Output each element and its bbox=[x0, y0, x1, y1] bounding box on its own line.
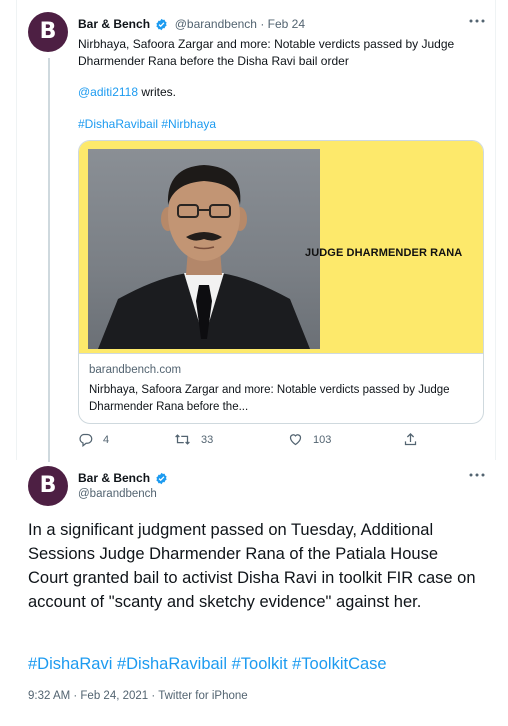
author-name[interactable]: Bar & Bench bbox=[78, 17, 150, 31]
reply-button[interactable]: 4 bbox=[78, 432, 109, 447]
judge-photo bbox=[88, 149, 320, 349]
avatar[interactable]: B bbox=[28, 466, 68, 506]
author-name[interactable]: Bar & Bench bbox=[78, 471, 150, 485]
like-icon bbox=[289, 434, 302, 446]
more-options-icon[interactable] bbox=[466, 468, 488, 482]
avatar-logo: B bbox=[39, 473, 57, 498]
tweet-text: In a significant judgment passed on Tues… bbox=[28, 521, 476, 611]
retweet-button[interactable]: 33 bbox=[174, 432, 213, 447]
author-handle[interactable]: @barandbench bbox=[78, 486, 157, 502]
share-button[interactable] bbox=[403, 432, 428, 447]
avatar[interactable]: B bbox=[28, 12, 68, 52]
avatar-logo: B bbox=[39, 19, 57, 44]
card-title: Nirbhaya, Safoora Zargar and more: Notab… bbox=[89, 384, 450, 413]
mention-link[interactable]: @aditi2118 bbox=[78, 85, 138, 99]
tweet-timestamp[interactable]: 9:32 AM · Feb 24, 2021 · Twitter for iPh… bbox=[28, 688, 248, 704]
tweet-mention-line: @aditi2118 writes. bbox=[78, 84, 176, 100]
hashtag-links[interactable]: #DishaRavi #DishaRavibail #Toolkit #Tool… bbox=[28, 652, 387, 676]
card-image: JUDGE DHARMENDER RANA bbox=[79, 141, 483, 353]
hashtag-links[interactable]: #DishaRavibail #Nirbhaya bbox=[78, 116, 216, 132]
reply-icon bbox=[79, 433, 93, 447]
thread-connector-line bbox=[48, 58, 50, 462]
verified-badge-icon bbox=[155, 18, 168, 35]
card-meta: barandbench.com Nirbhaya, Safoora Zargar… bbox=[79, 353, 483, 423]
separator-dot: · bbox=[260, 17, 265, 31]
author-handle[interactable]: @barandbench bbox=[175, 17, 257, 31]
verified-badge-icon bbox=[155, 472, 168, 489]
more-options-icon[interactable] bbox=[466, 14, 488, 28]
link-preview-card[interactable]: JUDGE DHARMENDER RANA barandbench.com Ni… bbox=[78, 140, 484, 424]
like-count: 103 bbox=[313, 433, 332, 446]
like-button[interactable]: 103 bbox=[288, 432, 331, 447]
tweet-header: Bar & Bench @barandbench · Feb 24 bbox=[78, 16, 305, 35]
share-icon bbox=[404, 432, 417, 446]
image-caption: JUDGE DHARMENDER RANA bbox=[305, 247, 463, 259]
tweet-text: Nirbhaya, Safoora Zargar and more: Notab… bbox=[78, 37, 455, 68]
card-domain: barandbench.com bbox=[89, 364, 182, 376]
mention-suffix: writes. bbox=[138, 85, 177, 99]
tweet-date[interactable]: Feb 24 bbox=[268, 17, 305, 31]
tweet-actions: 4 33 103 bbox=[78, 432, 438, 448]
reply-count: 4 bbox=[103, 433, 110, 446]
retweet-icon bbox=[175, 434, 190, 445]
retweet-count: 33 bbox=[201, 433, 214, 446]
